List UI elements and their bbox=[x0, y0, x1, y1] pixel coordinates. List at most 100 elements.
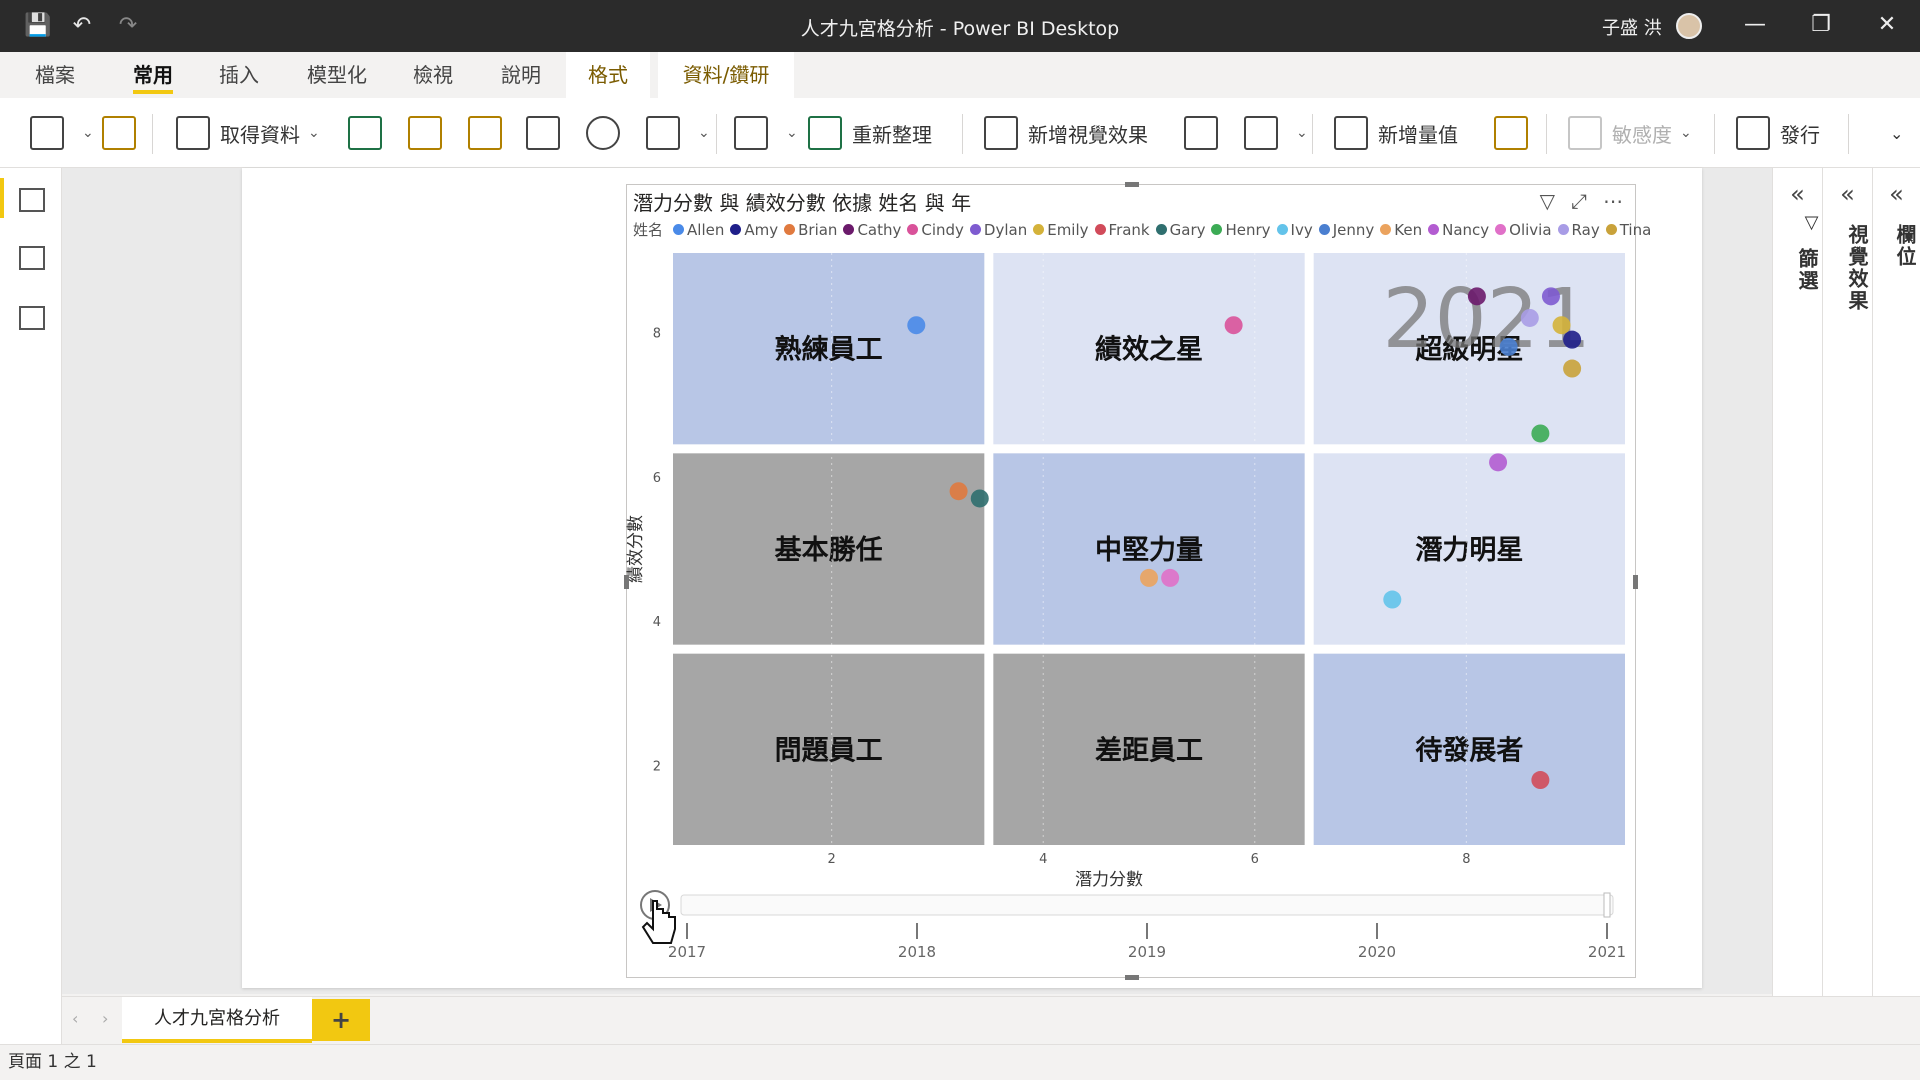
tab-modeling[interactable]: 模型化 bbox=[292, 52, 382, 98]
visualizations-pane[interactable]: « 視覺效果 bbox=[1822, 168, 1872, 996]
sensitivity-button[interactable]: 敏感度 ⌄ bbox=[1568, 112, 1692, 154]
collapse-ribbon-button[interactable]: ⌄ bbox=[1890, 112, 1903, 154]
dataset-icon bbox=[408, 116, 442, 150]
chevron-down-icon: ⌄ bbox=[1890, 123, 1904, 143]
chevron-down-icon: ⌄ bbox=[698, 125, 710, 141]
chevron-down-icon: ⌄ bbox=[308, 125, 320, 141]
scatter-point[interactable] bbox=[1520, 308, 1539, 327]
quadrant-label: 中堅力量 bbox=[1095, 535, 1203, 566]
status-bar: 頁面 1 之 1 bbox=[0, 1044, 1920, 1080]
scatter-point[interactable] bbox=[1140, 568, 1158, 587]
new-visual-button[interactable]: 新增視覺效果 bbox=[984, 112, 1148, 154]
scatter-point[interactable] bbox=[1383, 590, 1402, 609]
play-axis-year-label: 2019 bbox=[1128, 943, 1166, 961]
text-box-button[interactable] bbox=[1184, 112, 1228, 154]
new-visual-icon bbox=[984, 116, 1018, 150]
x-axis-title: 潛力分數 bbox=[1075, 870, 1143, 890]
ribbon-toolbar: ⌄ 取得資料 ⌄ ⌄ ⌄ 重新整理 新增視覺效果 ⌄ 新增量值 敏感度 ⌄ 發行 ⌄ bbox=[0, 98, 1920, 168]
refresh-button[interactable]: 重新整理 bbox=[808, 112, 932, 154]
more-visuals-icon bbox=[1244, 116, 1278, 150]
format-painter-button[interactable] bbox=[102, 112, 146, 154]
tab-help[interactable]: 說明 bbox=[486, 52, 556, 98]
filters-pane[interactable]: « ▽ 篩選 bbox=[1772, 168, 1822, 996]
recent-sources-button[interactable] bbox=[586, 112, 630, 154]
enter-data-button[interactable] bbox=[526, 112, 570, 154]
close-icon[interactable]: ✕ bbox=[1872, 10, 1902, 40]
expand-fields-icon[interactable]: « bbox=[1873, 180, 1920, 208]
report-view-icon[interactable] bbox=[19, 188, 45, 212]
scatter-point[interactable] bbox=[1563, 330, 1582, 349]
x-tick-label: 4 bbox=[1039, 852, 1047, 867]
transform-button[interactable]: ⌄ bbox=[734, 112, 798, 154]
dataflow-button[interactable] bbox=[408, 112, 452, 154]
chevron-down-icon: ⌄ bbox=[786, 125, 798, 141]
data-view-icon[interactable] bbox=[19, 246, 45, 270]
scatter-point[interactable] bbox=[907, 316, 926, 335]
scatter-point[interactable] bbox=[1541, 287, 1560, 306]
scatter-point[interactable] bbox=[1563, 359, 1582, 378]
restore-icon[interactable]: ❐ bbox=[1806, 10, 1836, 40]
play-axis-track bbox=[680, 894, 1614, 916]
quick-measure-button[interactable] bbox=[1494, 112, 1538, 154]
title-bar: 💾 ↶ ↷ 人才九宮格分析 - Power BI Desktop 子盛 洪 — … bbox=[0, 0, 1920, 52]
y-tick-label: 8 bbox=[653, 326, 661, 341]
y-tick-label: 6 bbox=[653, 471, 661, 486]
scatter-point[interactable] bbox=[1467, 287, 1486, 306]
table-icon bbox=[526, 116, 560, 150]
publish-button[interactable]: 發行 bbox=[1736, 112, 1820, 154]
scatter-point[interactable] bbox=[1531, 771, 1550, 790]
publish-label: 發行 bbox=[1780, 122, 1820, 147]
tab-home[interactable]: 常用 bbox=[118, 52, 188, 98]
fields-pane[interactable]: « 欄位 bbox=[1872, 168, 1920, 996]
tab-format[interactable]: 格式 bbox=[566, 52, 650, 98]
avatar[interactable] bbox=[1676, 13, 1702, 39]
excel-button[interactable] bbox=[348, 112, 392, 154]
play-axis-year-label: 2018 bbox=[898, 943, 936, 961]
filter-pane-icon: ▽ bbox=[1801, 212, 1822, 235]
tab-data-drill[interactable]: 資料/鑽研 bbox=[658, 52, 794, 98]
scatter-point[interactable] bbox=[1552, 316, 1571, 335]
text-box-icon bbox=[1184, 116, 1218, 150]
play-axis-year-label: 2017 bbox=[668, 943, 706, 961]
play-axis-thumb[interactable] bbox=[1603, 892, 1611, 918]
prev-page-icon[interactable]: ‹ bbox=[72, 1009, 78, 1028]
x-tick-label: 6 bbox=[1251, 852, 1259, 867]
tab-file[interactable]: 檔案 bbox=[20, 52, 90, 98]
scatter-point[interactable] bbox=[1161, 568, 1180, 587]
model-view-icon[interactable] bbox=[19, 306, 45, 330]
new-measure-button[interactable]: 新增量值 bbox=[1334, 112, 1458, 154]
get-data-button[interactable]: 取得資料 ⌄ bbox=[176, 112, 320, 154]
recent-button[interactable]: ⌄ bbox=[646, 112, 710, 154]
minimize-icon[interactable]: — bbox=[1740, 10, 1770, 40]
clipboard-icon bbox=[30, 116, 64, 150]
add-page-button[interactable]: + bbox=[312, 999, 370, 1041]
expand-filters-icon[interactable]: « bbox=[1773, 180, 1822, 208]
sensitivity-label: 敏感度 bbox=[1612, 122, 1672, 147]
tab-view[interactable]: 檢視 bbox=[398, 52, 468, 98]
more-visuals-button[interactable]: ⌄ bbox=[1244, 112, 1308, 154]
user-name: 子盛 洪 bbox=[1602, 18, 1662, 39]
filters-label: 篩選 bbox=[1795, 248, 1819, 292]
page-tab-current[interactable]: 人才九宮格分析 bbox=[122, 997, 312, 1043]
expand-visualizations-icon[interactable]: « bbox=[1823, 180, 1872, 208]
scatter-chart[interactable]: 熟練員工 績效之星 超級明星基本勝任 中堅力量 潛力明星問題員工 差距員工 待發展者2021… bbox=[626, 185, 1635, 977]
excel-icon bbox=[348, 116, 382, 150]
paste-button[interactable]: ⌄ bbox=[30, 112, 94, 154]
scatter-visual[interactable]: 潛力分數 與 績效分數 依據 姓名 與 年 ▽ ⤢ ⋯ 姓名 Allen Amy B… bbox=[624, 182, 1651, 980]
quadrant-label: 問題員工 bbox=[775, 735, 883, 766]
chevron-down-icon: ⌄ bbox=[1296, 125, 1308, 141]
publish-icon bbox=[1736, 116, 1770, 150]
next-page-icon[interactable]: › bbox=[102, 1009, 108, 1028]
scatter-point[interactable] bbox=[1531, 424, 1550, 443]
tab-insert[interactable]: 插入 bbox=[204, 52, 274, 98]
scatter-point[interactable] bbox=[1499, 337, 1518, 356]
scatter-point[interactable] bbox=[1489, 453, 1508, 472]
sql-button[interactable] bbox=[468, 112, 512, 154]
sql-icon bbox=[468, 116, 502, 150]
scatter-point[interactable] bbox=[1224, 316, 1243, 335]
get-data-label: 取得資料 bbox=[220, 122, 300, 147]
x-tick-label: 8 bbox=[1462, 852, 1470, 867]
scatter-point[interactable] bbox=[970, 489, 989, 508]
scatter-point[interactable] bbox=[949, 482, 968, 501]
recent-sources-icon bbox=[586, 116, 620, 150]
